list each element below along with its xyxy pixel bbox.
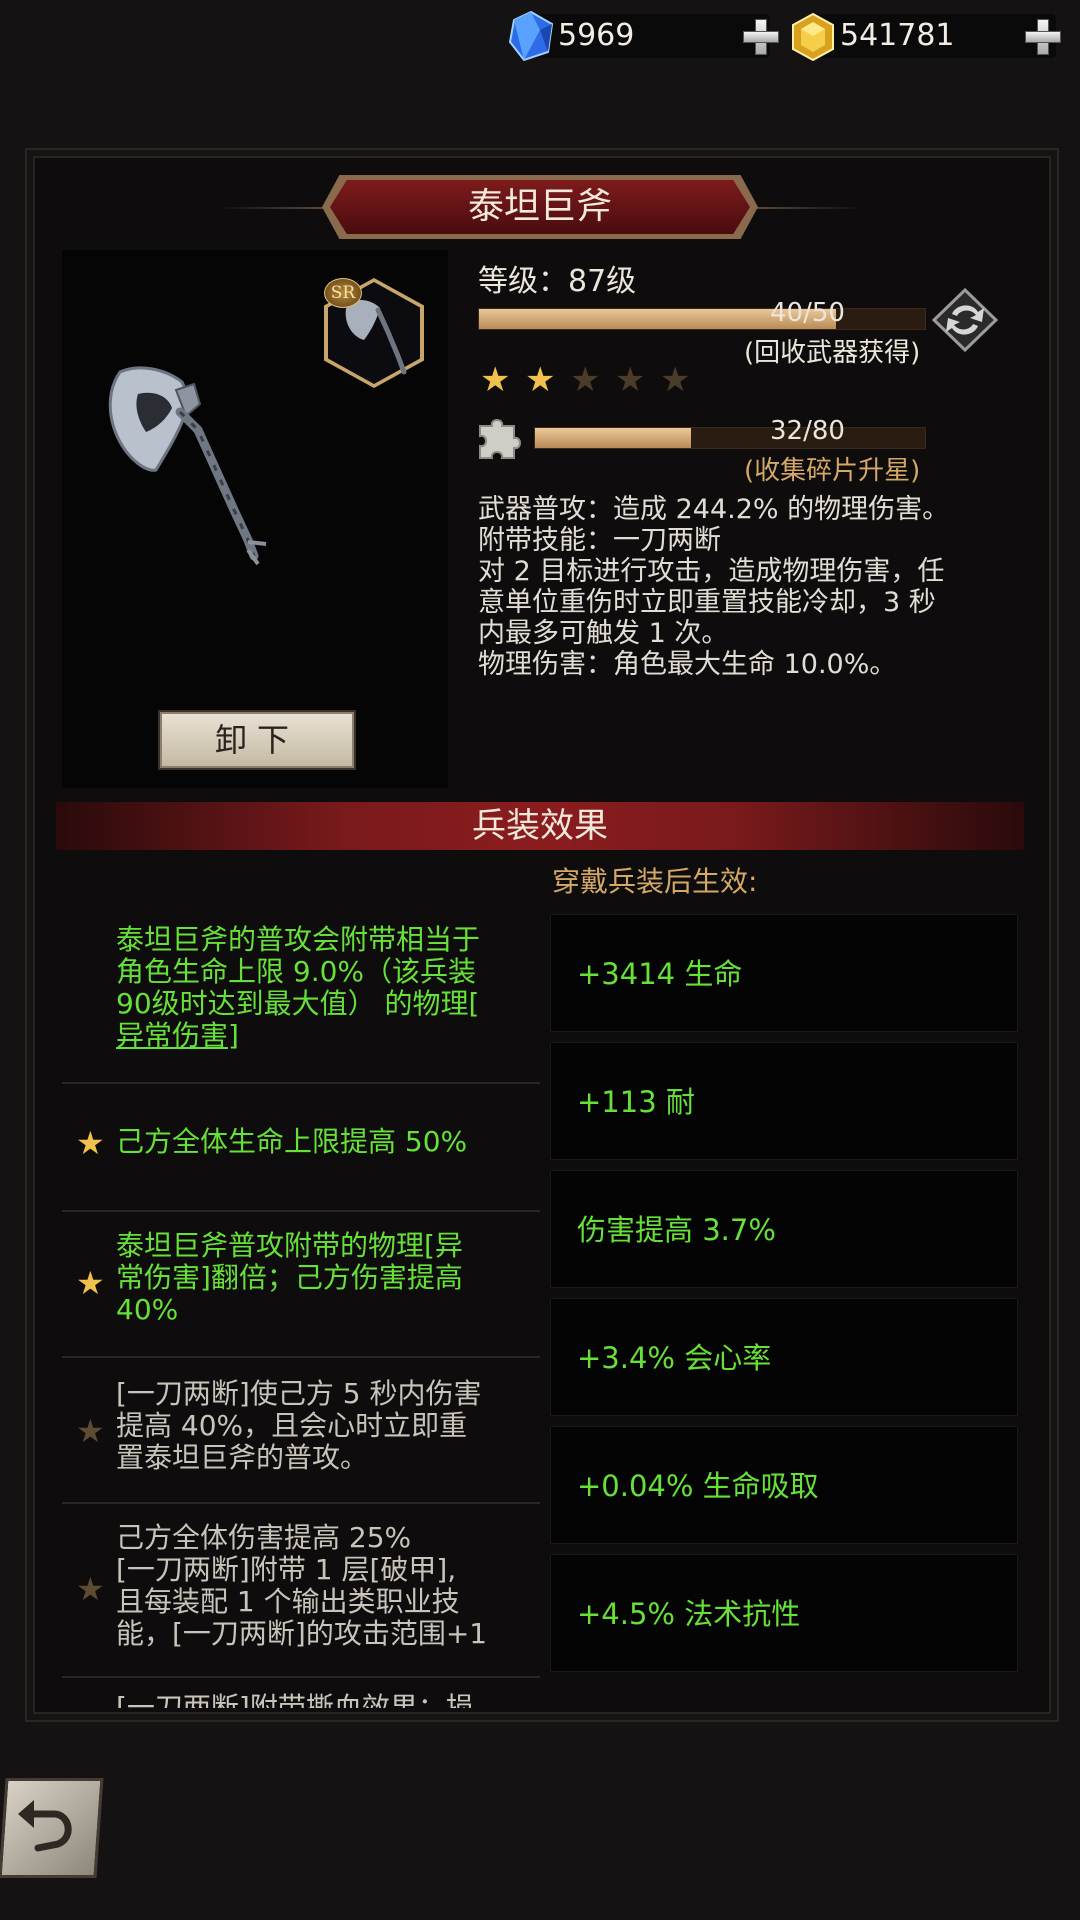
recycle-progress-bar <box>478 308 926 330</box>
gem-count: 5969 <box>558 18 635 53</box>
effect-line: 泰坦巨斧普攻附带的物理[异 <box>116 1229 463 1262</box>
description-line: 附带技能：一刀两断 <box>478 525 721 556</box>
effect-line: 40% <box>116 1293 179 1326</box>
recycle-progress-text: 40/50 <box>770 298 845 328</box>
rarity-badge: SR <box>324 278 362 308</box>
after-equip-label: 穿戴兵装后生效: <box>552 865 758 898</box>
add-gold-button[interactable] <box>1022 16 1062 56</box>
recycle-note: (回收武器获得) <box>744 338 921 368</box>
recycle-icon[interactable] <box>930 288 1000 352</box>
gold-crystal-icon <box>792 12 834 62</box>
effect-text: 己方全体伤害提高 25% [一刀两断]附带 1 层[破甲], 且每装配 1 个输… <box>116 1522 526 1650</box>
bonus-stat: +0.04% 生命吸取 <box>550 1426 1018 1544</box>
equipment-effect-title: 兵装效果 <box>56 802 1024 850</box>
effect-line: 己方全体生命上限提高 50% <box>116 1125 468 1158</box>
star-icon: ★ <box>76 1412 105 1450</box>
effect-line: [一刀两断]使己方 5 秒内伤害 <box>116 1377 482 1410</box>
effect-item: ★ 己方全体伤害提高 25% [一刀两断]附带 1 层[破甲], 且每装配 1 … <box>62 1504 540 1678</box>
shard-progress-bar <box>534 427 926 449</box>
star-icon: ★ <box>76 1570 105 1608</box>
effect-item: ★ [一刀两断]使己方 5 秒内伤害 提高 40%，且会心时立即重 置泰坦巨斧的… <box>62 1358 540 1504</box>
effect-line: 角色生命上限 9.0%（该兵装 <box>116 955 477 988</box>
shard-note: (收集碎片升星) <box>744 456 921 486</box>
bonus-stat: +4.5% 法术抗性 <box>550 1554 1018 1672</box>
effect-line: [一刀两断]附带撕血效果：损 <box>116 1691 474 1709</box>
blue-crystal-icon <box>508 10 554 62</box>
bonus-stat: +3.4% 会心率 <box>550 1298 1018 1416</box>
description-line: 对 2 目标进行攻击，造成物理伤害，任 <box>478 556 945 587</box>
title-divider-left <box>216 207 326 209</box>
effect-list[interactable]: 泰坦巨斧的普攻会附带相当于 角色生命上限 9.0%（该兵装 90级时达到最大值）… <box>62 910 540 1708</box>
bonus-stat: +113 耐 <box>550 1042 1018 1160</box>
star-filled-icon: ★ <box>525 360 556 400</box>
effect-item: 泰坦巨斧的普攻会附带相当于 角色生命上限 9.0%（该兵装 90级时达到最大值）… <box>62 910 540 1084</box>
description-line: 物理伤害：角色最大生命 10.0%。 <box>478 649 897 680</box>
shard-progress-text: 32/80 <box>770 416 845 446</box>
effect-text: 泰坦巨斧普攻附带的物理[异 常伤害]翻倍；己方伤害提高 40% <box>116 1230 526 1326</box>
weapon-level: 等级：87级 <box>478 264 637 299</box>
star-empty-icon: ★ <box>570 360 601 400</box>
title-divider-right <box>754 207 864 209</box>
effect-item: [一刀两断]附带撕血效果：损 <box>62 1678 540 1709</box>
add-gems-button[interactable] <box>740 16 780 56</box>
description-line: 武器普攻：造成 244.2% 的物理伤害。 <box>478 494 950 525</box>
effect-line: 常伤害]翻倍；己方伤害提高 <box>116 1261 463 1294</box>
effect-line: 泰坦巨斧的普攻会附带相当于 <box>116 923 481 956</box>
effect-item: ★ 泰坦巨斧普攻附带的物理[异 常伤害]翻倍；己方伤害提高 40% <box>62 1212 540 1358</box>
description-line: 意单位重伤时立即重置技能冷却，3 秒 <box>478 587 936 618</box>
effect-text: [一刀两断]附带撕血效果：损 <box>116 1691 526 1709</box>
star-empty-icon: ★ <box>660 360 691 400</box>
gold-count: 541781 <box>840 18 955 53</box>
effect-line: 90级时达到最大值） 的物理[ <box>116 987 480 1020</box>
bonus-stat: 伤害提高 3.7% <box>550 1170 1018 1288</box>
titan-axe-illustration <box>108 366 267 566</box>
effect-item: ★ 己方全体生命上限提高 50% <box>62 1084 540 1212</box>
effect-line: 置泰坦巨斧的普攻。 <box>116 1441 369 1474</box>
effect-text: [一刀两断]使己方 5 秒内伤害 提高 40%，且会心时立即重 置泰坦巨斧的普攻… <box>116 1378 526 1474</box>
star-icon: ★ <box>76 1264 105 1302</box>
star-icon: ★ <box>76 1124 105 1162</box>
puzzle-piece-icon <box>479 419 521 459</box>
titan-axe-thumbnail-icon <box>345 300 407 375</box>
back-arrow-icon <box>18 1800 72 1852</box>
effect-line: 提高 40%，且会心时立即重 <box>116 1409 468 1442</box>
star-filled-icon: ★ <box>480 360 511 400</box>
bonus-stat: +3414 生命 <box>550 914 1018 1032</box>
effect-text: 己方全体生命上限提高 50% <box>116 1126 526 1158</box>
effect-line: 己方全体伤害提高 25% <box>116 1521 412 1554</box>
weapon-name: 泰坦巨斧 <box>467 186 612 227</box>
weapon-description: 武器普攻：造成 244.2% 的物理伤害。 附带技能：一刀两断 对 2 目标进行… <box>478 494 1038 680</box>
star-empty-icon: ★ <box>615 360 646 400</box>
effect-text: 泰坦巨斧的普攻会附带相当于 角色生命上限 9.0%（该兵装 90级时达到最大值）… <box>116 924 526 1052</box>
unequip-button[interactable]: 卸下 <box>160 712 354 768</box>
description-line: 内最多可触发 1 次。 <box>478 618 729 649</box>
effect-line: 能，[一刀两断]的攻击范围+1 <box>116 1617 488 1650</box>
effect-line: 异常伤害] <box>116 1019 239 1052</box>
shard-progress-fill <box>535 428 691 448</box>
effect-line: [一刀两断]附带 1 层[破甲], <box>116 1553 457 1586</box>
effect-line: 且每装配 1 个输出类职业技 <box>116 1585 460 1618</box>
